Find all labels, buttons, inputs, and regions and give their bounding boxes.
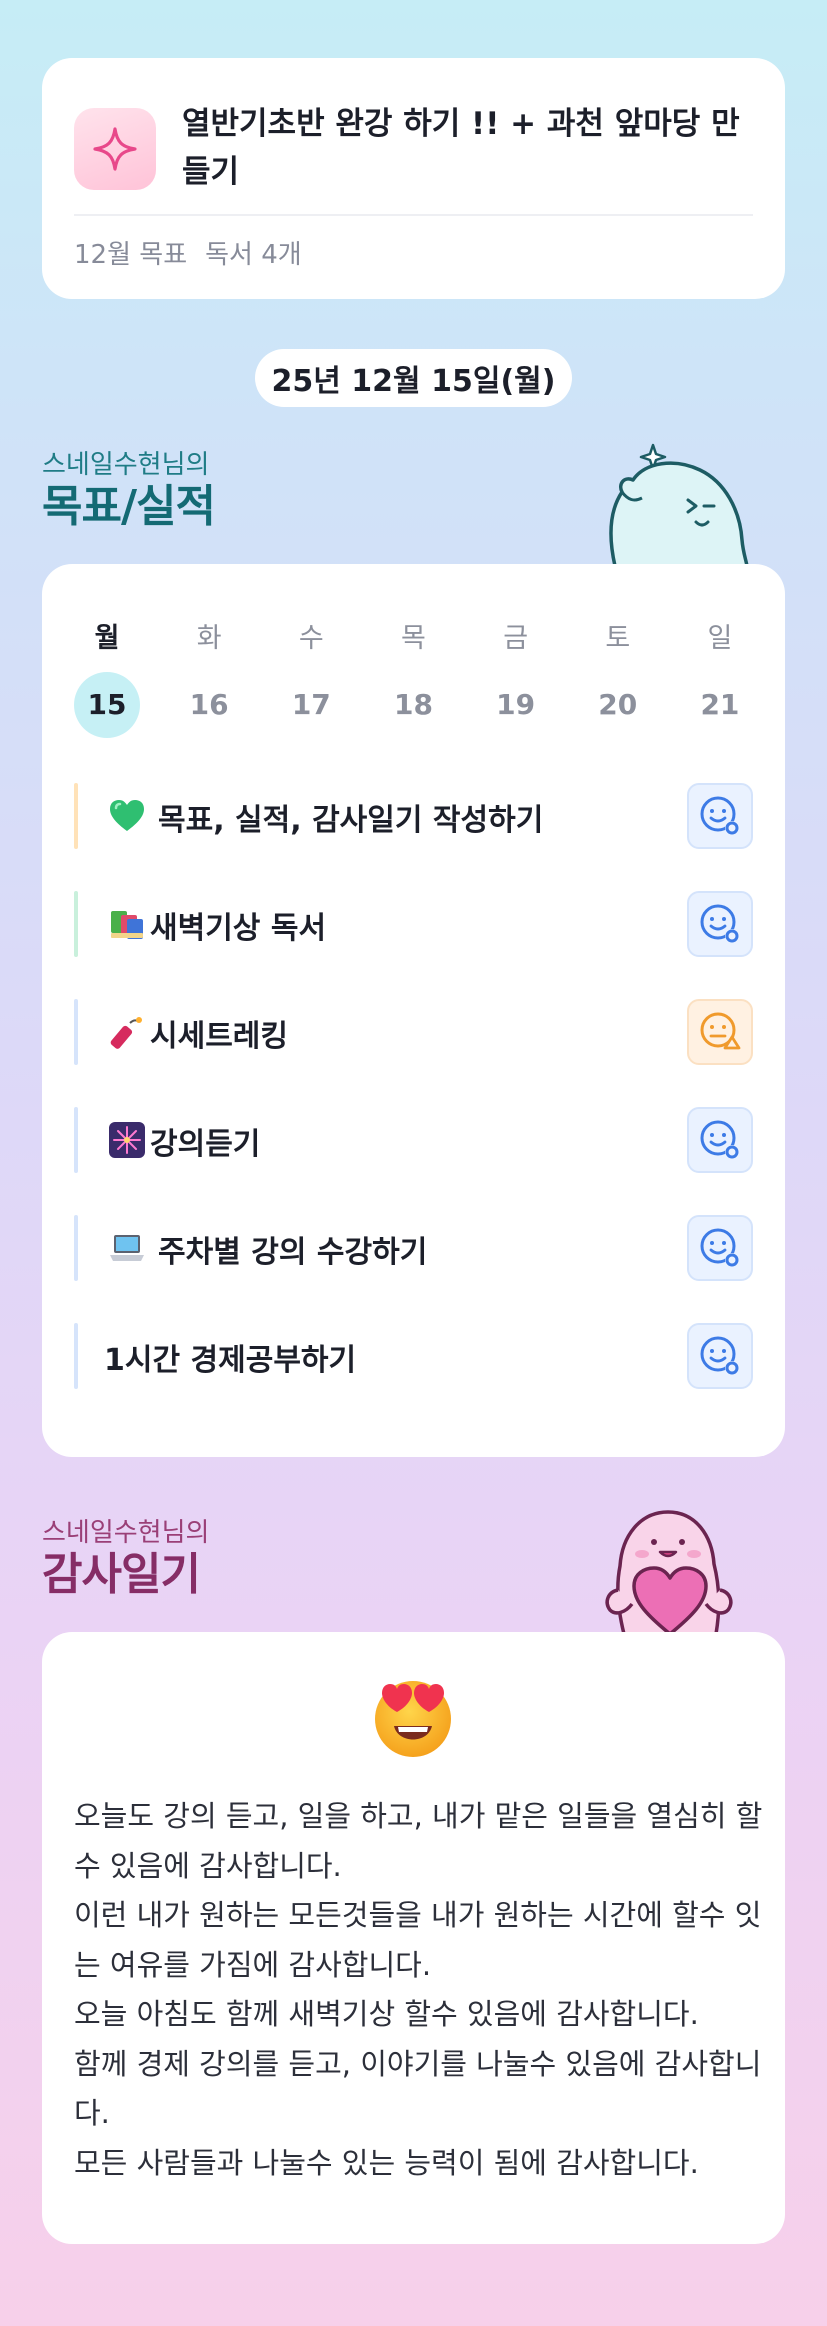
thanks-diary-text: 오늘도 강의 듣고, 일을 하고, 내가 맡은 일들을 열심히 할수 있음에 감…: [74, 1792, 764, 2188]
goals-section-title: 목표/실적: [42, 481, 216, 532]
task-accent-bar: [74, 999, 78, 1065]
weekday-label: 일: [707, 623, 733, 654]
task-item[interactable]: 강의듣기: [74, 1107, 753, 1173]
thanks-line: 모든 사람들과 나눌수 있는 능력이 됨에 감사합니다.: [74, 2145, 699, 2180]
books-icon: [111, 911, 143, 939]
green-heart-icon: [110, 800, 144, 831]
date-button[interactable]: 18: [380, 672, 446, 738]
task-accent-bar: [74, 891, 78, 957]
smile-check-icon: [700, 1228, 739, 1267]
mascot-pink-icon: [605, 1510, 733, 1634]
weekday-label: 토: [605, 623, 631, 654]
task-item[interactable]: 목표, 실적, 감사일기 작성하기: [74, 783, 753, 849]
smile-check-icon: [700, 904, 739, 943]
task-item[interactable]: 주차별 강의 수강하기: [74, 1215, 753, 1281]
thanks-card: 오늘도 강의 듣고, 일을 하고, 내가 맡은 일들을 열심히 할수 있음에 감…: [42, 1632, 785, 2244]
date-button[interactable]: 20: [585, 672, 651, 738]
task-label: 주차별 강의 수강하기: [158, 1235, 428, 1270]
date-button[interactable]: 21: [687, 672, 753, 738]
task-accent-bar: [74, 1107, 78, 1173]
task-item[interactable]: 새벽기상 독서: [74, 891, 753, 957]
firecracker-icon: [110, 1017, 142, 1049]
thanks-line: 오늘 아침도 함께 새벽기상 할수 있음에 감사합니다.: [74, 1997, 699, 2031]
thanks-line: 오늘도 강의 듣고, 일을 하고, 내가 맡은 일들을 열심히 할수 있음에 감…: [74, 1799, 763, 1883]
task-item[interactable]: 시세트레킹: [74, 999, 753, 1065]
date-button[interactable]: 19: [483, 672, 549, 738]
weekday-label: 화: [196, 623, 222, 654]
heart-eyes-icon: [375, 1681, 451, 1757]
goal-title: 열반기초반 완강 하기 !! + 과천 앞마당 만들기: [182, 106, 740, 190]
date-pill[interactable]: 25년 12월 15일(월): [255, 349, 572, 407]
date-button-selected[interactable]: 15: [74, 672, 140, 738]
task-accent-bar: [74, 1215, 78, 1281]
sparkle-icon: [74, 108, 156, 190]
goal-month-detail: 독서 4개: [205, 240, 302, 270]
weekday-row: 월 화 수 목 금 토 일: [74, 616, 753, 655]
task-label: 시세트레킹: [150, 1019, 288, 1054]
goal-month-label: 12월 목표: [74, 240, 188, 270]
thanks-section-title: 감사일기: [42, 1549, 201, 1600]
goal-card[interactable]: 열반기초반 완강 하기 !! + 과천 앞마당 만들기 12월 목표 독서 4개: [42, 58, 785, 299]
weekday-label: 월: [94, 623, 120, 654]
date-button[interactable]: 17: [278, 672, 344, 738]
date-button[interactable]: 16: [176, 672, 242, 738]
date-row: 15 16 17 18 19 20 21: [74, 672, 753, 738]
task-label: 강의듣기: [150, 1127, 261, 1162]
weekday-label: 수: [298, 623, 324, 654]
status-button[interactable]: [687, 1323, 753, 1389]
weekday-label: 목: [401, 623, 426, 654]
goal-month-row: 12월 목표 독서 4개: [74, 234, 302, 271]
task-label: 새벽기상 독서: [150, 911, 327, 946]
mascot-teal-icon: [609, 443, 749, 566]
neutral-warning-icon: [700, 1012, 741, 1050]
smile-check-icon: [700, 1120, 739, 1159]
weekday-label: 금: [503, 623, 529, 654]
status-button[interactable]: [687, 999, 753, 1065]
task-item[interactable]: 1시간 경제공부하기: [74, 1323, 753, 1389]
status-button[interactable]: [687, 1107, 753, 1173]
task-label: 1시간 경제공부하기: [104, 1343, 357, 1378]
thanks-line: 이런 내가 원하는 모든것들을 내가 원하는 시간에 할수 잇는 여유를 가짐에…: [74, 1898, 762, 1982]
status-button[interactable]: [687, 783, 753, 849]
task-accent-bar: [74, 1323, 78, 1389]
divider: [74, 214, 753, 216]
status-button[interactable]: [687, 1215, 753, 1281]
task-accent-bar: [74, 783, 78, 849]
fireworks-icon: [109, 1122, 145, 1158]
thanks-line: 함께 경제 강의를 듣고, 이야기를 나눌수 있음에 감사합니다.: [74, 2046, 762, 2131]
status-button[interactable]: [687, 891, 753, 957]
smile-check-icon: [700, 1336, 739, 1375]
laptop-icon: [110, 1235, 144, 1261]
smile-check-icon: [700, 796, 739, 835]
task-label: 목표, 실적, 감사일기 작성하기: [158, 803, 544, 838]
goals-card: 월 화 수 목 금 토 일 15 16 17 18 19 20 21 목표, 실…: [42, 564, 785, 1457]
